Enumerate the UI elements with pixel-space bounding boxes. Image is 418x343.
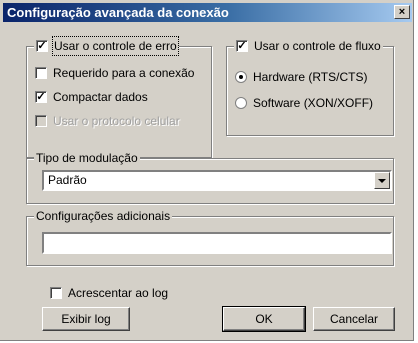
error-control-group: ✓ Usar o controle de erro Requerido para… [26,36,212,158]
required-for-connection-checkbox[interactable]: Requerido para a conexão [35,65,194,81]
extra-settings-label: Configurações adicionais [34,208,173,224]
dropdown-arrow-button[interactable] [374,172,390,189]
ok-button[interactable]: OK [222,306,306,332]
radio-selected-dot [239,75,243,79]
hardware-label: Hardware (RTS/CTS) [253,70,368,84]
compress-check-icon[interactable]: ✓ [35,91,47,103]
flow-control-group: ✓ Usar o controle de fluxo Hardware (RTS… [226,38,394,136]
append-log-label: Acrescentar ao log [68,286,169,300]
error-control-checkbox[interactable]: ✓ Usar o controle de erro [34,36,179,56]
extra-settings-input[interactable] [42,232,392,254]
cellular-label: Usar o protocolo celular [53,114,180,128]
cancel-button[interactable]: Cancelar [313,307,395,331]
flow-control-label: Usar o controle de fluxo [254,39,381,53]
error-control-label: Usar o controle de erro [52,36,179,56]
advanced-connection-dialog: Configuração avançada da conexão × ✓ Usa… [0,0,414,341]
error-control-check-icon[interactable]: ✓ [36,40,48,52]
flow-control-check-icon[interactable]: ✓ [236,40,248,52]
modulation-value: Padrão [48,173,87,187]
chevron-down-icon [378,178,386,183]
title-bar: Configuração avançada da conexão × [3,3,412,22]
append-log-checkbox[interactable]: Acrescentar ao log [50,285,168,301]
append-log-checkbox-box[interactable] [50,287,62,299]
hardware-radio[interactable]: Hardware (RTS/CTS) [235,69,367,85]
close-icon[interactable]: × [394,5,410,19]
hardware-radio-icon[interactable] [235,71,247,83]
view-log-button[interactable]: Exibir log [42,307,130,331]
required-label: Requerido para a conexão [53,66,195,80]
software-label: Software (XON/XOFF) [253,96,374,110]
modulation-select[interactable]: Padrão [42,170,392,191]
required-checkbox-box[interactable] [35,67,47,79]
window-title: Configuração avançada da conexão [7,5,229,20]
software-radio[interactable]: Software (XON/XOFF) [235,95,373,111]
modulation-label: Tipo de modulação [34,150,140,166]
compress-label: Compactar dados [53,90,148,104]
flow-control-checkbox[interactable]: ✓ Usar o controle de fluxo [234,38,383,54]
cellular-checkbox-box [35,115,47,127]
software-radio-icon[interactable] [235,97,247,109]
cellular-protocol-checkbox: Usar o protocolo celular [35,113,180,129]
compress-data-checkbox[interactable]: ✓ Compactar dados [35,89,148,105]
